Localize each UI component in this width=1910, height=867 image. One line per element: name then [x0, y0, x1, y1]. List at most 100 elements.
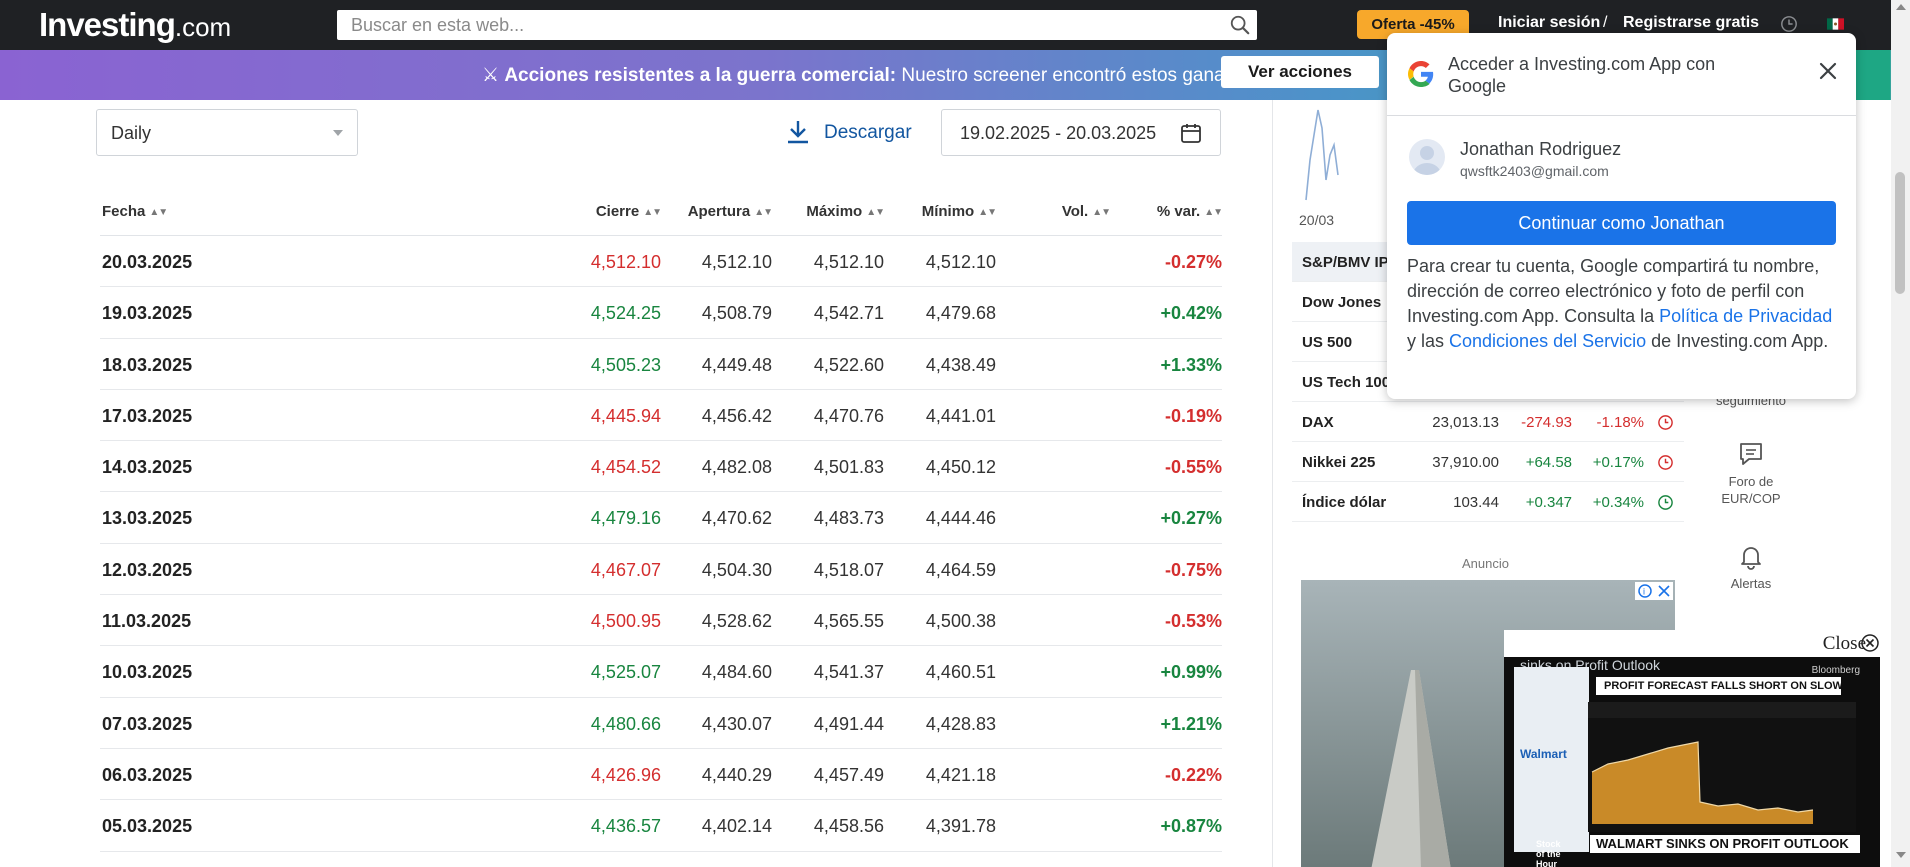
cell-low: 4,391.78	[925, 816, 996, 837]
header-close[interactable]: Cierre ▲▼	[596, 203, 662, 220]
quote-change: -274.93	[1521, 414, 1572, 431]
quote-percent: +0.17%	[1592, 454, 1644, 471]
download-label: Descargar	[824, 122, 912, 143]
table-row: 18.03.2025 4,505.23 4,449.48 4,522.60 4,438.…	[100, 339, 1222, 390]
dialog-title: Acceder a Investing.com App con Google	[1448, 54, 1716, 96]
scrollbar-thumb[interactable]	[1895, 172, 1905, 294]
cell-high: 4,470.76	[813, 405, 884, 426]
quote-row[interactable]: Nikkei 225 37,910.00 +64.58 +0.17%	[1292, 442, 1684, 482]
cell-close: 4,426.96	[590, 764, 661, 785]
cell-high: 4,512.10	[813, 252, 884, 272]
quote-row[interactable]: Índice dólar 103.44 +0.347 +0.34%	[1292, 482, 1684, 522]
cell-high: 4,491.44	[813, 713, 884, 734]
cell-open: 4,484.60	[701, 662, 772, 683]
table-row: 12.03.2025 4,467.07 4,504.30 4,518.07 4,464.…	[100, 544, 1222, 596]
header-date[interactable]: Fecha ▲▼	[102, 203, 168, 220]
cell-change: -0.55%	[1164, 457, 1222, 478]
clock-icon[interactable]	[1780, 15, 1798, 33]
consent-text: Para crear tu cuenta, Google compartirá …	[1407, 256, 1833, 351]
quote-row[interactable]: DAX 23,013.13 -274.93 -1.18%	[1292, 402, 1684, 442]
header-low[interactable]: Mínimo ▲▼	[922, 203, 997, 220]
user-name: Jonathan Rodriguez	[1460, 139, 1622, 159]
table-row: 14.03.2025 4,454.52 4,482.08 4,501.83 4,450.…	[100, 441, 1222, 493]
quote-change: +64.58	[1525, 454, 1572, 471]
cell-open: 4,402.14	[701, 816, 772, 837]
sort-icon: ▲▼	[978, 207, 997, 218]
cell-date: 05.03.2025	[102, 816, 193, 837]
stock-chart-graphic	[1588, 702, 1856, 832]
cell-open: 4,504.30	[701, 559, 772, 580]
privacy-policy-link[interactable]: Política de Privacidad	[1659, 306, 1832, 326]
svg-text:i: i	[1643, 587, 1645, 597]
column-divider	[1272, 100, 1273, 867]
header-high[interactable]: Máximo ▲▼	[806, 203, 885, 220]
cell-high: 4,501.83	[813, 457, 884, 478]
cell-high: 4,542.71	[813, 303, 884, 324]
quote-name: US Tech 100	[1302, 374, 1391, 391]
search-input[interactable]	[337, 10, 1217, 40]
header-change[interactable]: % var. ▲▼	[1157, 203, 1223, 220]
interval-value: Daily	[111, 123, 152, 143]
cell-date: 11.03.2025	[102, 611, 192, 632]
video-frame[interactable]: sinks on Profit Outlook Bloomberg Walmar…	[1504, 657, 1880, 867]
caret-down-icon	[333, 130, 343, 136]
page: Investing.com Oferta -45% Iniciar sesión…	[0, 0, 1910, 867]
login-link[interactable]: Iniciar sesión	[1498, 14, 1600, 32]
continue-as-button[interactable]: Continuar como Jonathan	[1407, 201, 1836, 245]
quote-name: S&P/BMV IP	[1302, 254, 1389, 271]
mini-chart-date: 20/03	[1299, 212, 1335, 228]
mexico-flag-icon[interactable]	[1827, 18, 1844, 30]
scroll-down-arrow-icon[interactable]	[1896, 852, 1906, 858]
table-row: 06.03.2025 4,426.96 4,440.29 4,457.49 4,421.…	[100, 749, 1222, 801]
quote-name: Nikkei 225	[1302, 454, 1376, 471]
table-header: Fecha ▲▼ Cierre ▲▼ Apertura ▲▼ Máximo ▲▼ Mín…	[100, 195, 1223, 236]
cell-date: 06.03.2025	[102, 764, 193, 785]
market-closed-clock-icon	[1658, 415, 1673, 430]
scroll-up-arrow-icon[interactable]	[1896, 4, 1906, 10]
page-scrollbar[interactable]	[1891, 0, 1910, 867]
forum-tool[interactable]: Foro de EUR/COP	[1706, 440, 1796, 507]
google-signin-dialog: Acceder a Investing.com App con Google J…	[1387, 33, 1856, 399]
cell-low: 4,428.83	[925, 713, 996, 734]
historical-data-table: Fecha ▲▼ Cierre ▲▼ Apertura ▲▼ Máximo ▲▼ Mín…	[100, 195, 1223, 852]
view-stocks-button[interactable]: Ver acciones	[1221, 56, 1379, 88]
cell-open: 4,482.08	[701, 457, 772, 478]
cell-date: 12.03.2025	[102, 559, 193, 580]
cell-change: +1.21%	[1160, 713, 1222, 734]
ad-choices-icon[interactable]: i	[1635, 582, 1673, 600]
cell-change: +0.27%	[1160, 508, 1222, 529]
terms-of-service-link[interactable]: Condiciones del Servicio	[1449, 331, 1646, 351]
header-open[interactable]: Apertura ▲▼	[688, 203, 773, 220]
market-open-clock-icon	[1658, 495, 1673, 510]
cell-close: 4,436.57	[590, 816, 661, 837]
header-separator: /	[1603, 14, 1608, 31]
search-icon[interactable]	[1229, 14, 1251, 36]
forum-label-line2: EUR/COP	[1721, 491, 1781, 506]
video-lower-third: WALMART SINKS ON PROFIT OUTLOOK	[1590, 835, 1860, 853]
cell-date: 18.03.2025	[102, 354, 193, 375]
investing-logo[interactable]: Investing.com	[39, 6, 231, 44]
cell-high: 4,518.07	[813, 559, 884, 580]
cell-date: 07.03.2025	[102, 713, 193, 734]
cell-low: 4,441.01	[925, 405, 996, 426]
cell-change: -0.27%	[1164, 252, 1222, 272]
video-headline: PROFIT FORECAST FALLS SHORT ON SLOW GROW…	[1596, 677, 1841, 695]
table-row: 20.03.2025 4,512.10 4,512.10 4,512.10 4,512.…	[100, 236, 1222, 288]
interval-select[interactable]: Daily	[96, 109, 358, 156]
alerts-label: Alertas	[1730, 576, 1772, 591]
close-circle-icon[interactable]	[1860, 633, 1880, 653]
sort-icon: ▲▼	[1204, 207, 1223, 218]
cell-date: 17.03.2025	[102, 405, 193, 426]
header-volume[interactable]: Vol. ▲▼	[1062, 203, 1111, 220]
floating-video-player: Close sinks on Profit Outlook Bloomberg …	[1504, 630, 1880, 867]
cell-high: 4,522.60	[813, 354, 884, 375]
close-icon[interactable]	[1818, 61, 1838, 81]
alerts-tool[interactable]: Alertas	[1706, 542, 1796, 592]
cell-low: 4,450.12	[925, 457, 996, 478]
ad-label: Anuncio	[1462, 556, 1509, 571]
cell-date: 19.03.2025	[102, 303, 193, 324]
quote-percent: +0.34%	[1592, 494, 1644, 511]
forum-icon	[1740, 443, 1762, 465]
date-range-picker[interactable]: 19.02.2025 - 20.03.2025	[941, 109, 1221, 156]
register-link[interactable]: Registrarse gratis	[1623, 14, 1759, 32]
